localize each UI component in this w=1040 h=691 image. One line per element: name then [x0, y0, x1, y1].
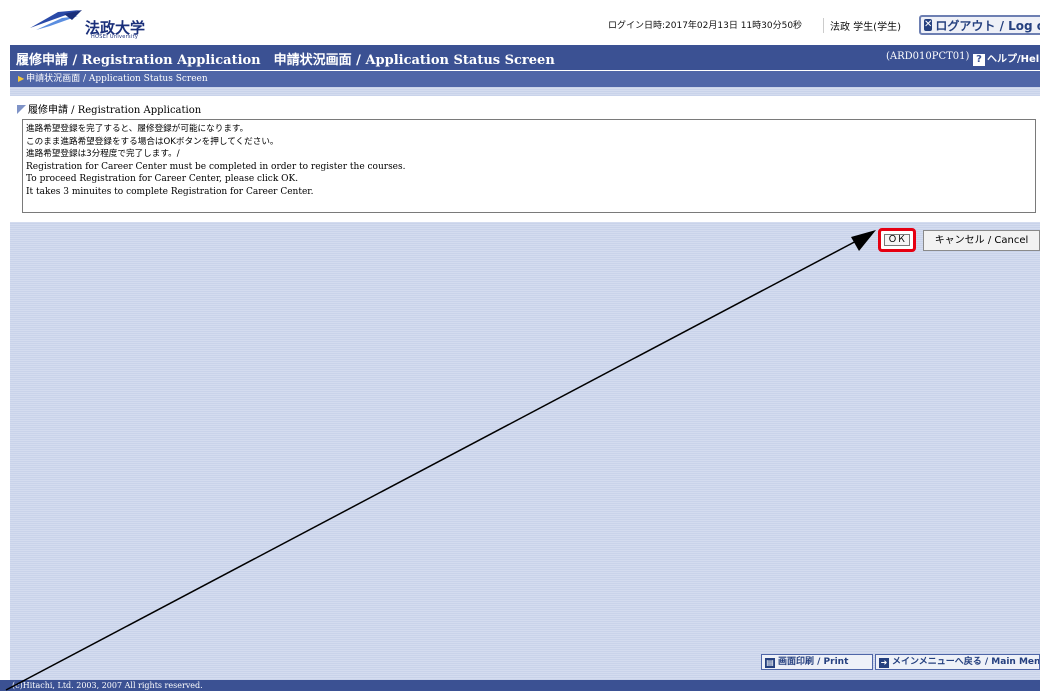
logo-mark-icon — [30, 10, 82, 30]
message-line: To proceed Registration for Career Cente… — [26, 174, 299, 185]
cancel-button[interactable]: キャンセル / Cancel — [923, 230, 1040, 251]
main-menu-label: メインメニューへ戻る / Main Menu — [892, 657, 1040, 667]
help-label: ヘルプ/Help — [987, 54, 1040, 65]
message-line: 進路希望登録を完了すると、履修登録が可能になります。 — [26, 124, 249, 134]
title-bar: 履修申請 / Registration Application 申請状況画面 /… — [10, 45, 1040, 70]
section-marker-icon — [17, 105, 26, 114]
breadcrumb-current: 申請状況画面 / Application Status Screen — [26, 74, 208, 84]
page-title: 履修申請 / Registration Application 申請状況画面 /… — [16, 53, 555, 68]
university-logo[interactable]: 法政大学 HOSEI University — [28, 8, 148, 40]
message-box: 進路希望登録を完了すると、履修登録が可能になります。 このまま進路希望登録をする… — [22, 119, 1036, 213]
logout-button[interactable]: ✕ ログアウト / Log out — [919, 15, 1040, 35]
login-timestamp: ログイン日時:2017年02月13日 11時30分50秒 — [608, 21, 803, 31]
copyright-text: (c)Hitachi, Ltd. 2003, 2007 All rights r… — [12, 681, 203, 690]
message-line: Registration for Career Center must be c… — [26, 161, 406, 172]
section-title-text: 履修申請 / Registration Application — [28, 105, 202, 116]
footer: (c)Hitachi, Ltd. 2003, 2007 All rights r… — [0, 680, 1040, 691]
help-button[interactable]: ?ヘルプ/Help — [973, 50, 1040, 66]
question-icon: ? — [973, 54, 985, 66]
screen-id: (ARD010PCT01) — [886, 51, 970, 62]
left-margin — [0, 0, 10, 680]
breadcrumb: ▶ 申請状況画面 / Application Status Screen — [10, 71, 1040, 87]
back-arrow-icon: ➜ — [879, 658, 889, 668]
print-button[interactable]: ▤ 画面印刷 / Print — [761, 654, 873, 670]
message-line: It takes 3 minuites to complete Registra… — [26, 186, 314, 197]
ok-button-highlight: ＯＫ — [878, 228, 916, 252]
message-line: 進路希望登録は3分程度で完了します。/ — [26, 149, 180, 160]
user-name: 法政 学生(学生) — [823, 18, 901, 33]
logo-subtext: HOSEI University — [91, 34, 139, 40]
main-content: 履修申請 / Registration Application 進路希望登録を完… — [10, 87, 1040, 680]
close-box-icon: ✕ — [924, 19, 933, 31]
section-title: 履修申請 / Registration Application — [17, 101, 201, 116]
ok-button[interactable]: ＯＫ — [884, 234, 910, 246]
logout-label: ログアウト / Log out — [935, 18, 1040, 33]
print-label: 画面印刷 / Print — [778, 657, 849, 667]
breadcrumb-arrow-icon: ▶ — [18, 74, 25, 83]
printer-icon: ▤ — [765, 658, 775, 668]
top-header: 法政大学 HOSEI University ログイン日時:2017年02月13日… — [10, 0, 1040, 40]
registration-section: 履修申請 / Registration Application 進路希望登録を完… — [10, 96, 1040, 222]
main-menu-button[interactable]: ➜ メインメニューへ戻る / Main Menu — [875, 654, 1040, 670]
message-line: このまま進路希望登録をする場合はOKボタンを押してください。 — [26, 136, 279, 147]
